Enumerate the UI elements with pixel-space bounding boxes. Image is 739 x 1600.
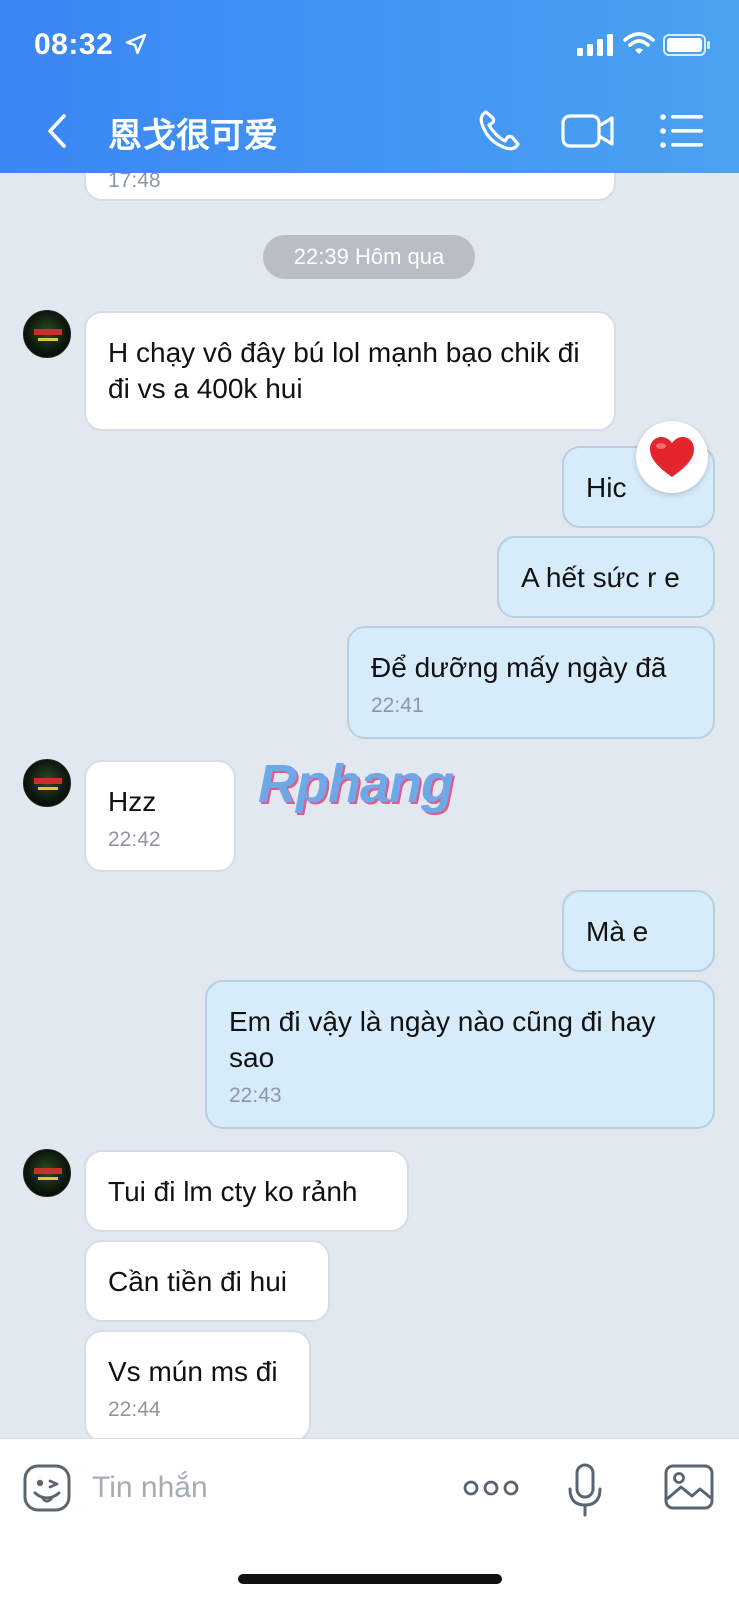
message-text: Vs mún ms đi xyxy=(108,1356,278,1387)
home-indicator xyxy=(238,1574,502,1584)
list-menu-icon[interactable] xyxy=(656,106,706,156)
message-bubble-incoming[interactable]: Tui đi lm cty ko rảnh xyxy=(84,1150,409,1232)
emoji-sticker-icon[interactable] xyxy=(22,1463,72,1513)
message-text: Mà e xyxy=(586,916,649,947)
message-time: 22:42 xyxy=(108,828,161,851)
message-bubble-outgoing[interactable]: A hết sức r e xyxy=(497,536,715,618)
heart-icon xyxy=(650,437,694,477)
back-button[interactable] xyxy=(38,106,78,156)
message-bubble-outgoing[interactable]: Mà e xyxy=(562,890,715,972)
chat-area[interactable]: 17:48 22:39 Hôm qua H chạy vô đây bú lol… xyxy=(0,173,739,1438)
reaction-heart[interactable] xyxy=(636,421,708,493)
message-input[interactable] xyxy=(92,1463,432,1513)
message-time: 17:48 xyxy=(108,173,161,192)
message-text: Tui đi lm cty ko rảnh xyxy=(108,1176,358,1207)
message-bubble-outgoing[interactable]: Để dưỡng mấy ngày đã 22:41 xyxy=(347,626,715,739)
message-time: 22:44 xyxy=(108,1398,161,1421)
phone-icon[interactable] xyxy=(474,106,524,156)
message-bubble-incoming[interactable]: Hzz 22:42 xyxy=(84,760,236,872)
message-text: A hết sức r e xyxy=(521,562,680,593)
image-icon[interactable] xyxy=(664,1463,714,1511)
microphone-icon[interactable] xyxy=(567,1463,603,1517)
message-bubble-incoming[interactable]: H chạy vô đây bú lol mạnh bạo chik đi đi… xyxy=(84,311,616,431)
chat-header: 08:32 恩戈很可爱 xyxy=(0,0,739,173)
cellular-signal-icon xyxy=(577,34,613,56)
avatar[interactable] xyxy=(23,759,71,807)
location-arrow-icon xyxy=(125,33,147,55)
wifi-icon xyxy=(623,32,655,54)
message-text: Hic xyxy=(586,472,627,503)
message-bubble-partial[interactable]: 17:48 xyxy=(84,173,616,201)
message-time: 22:41 xyxy=(371,694,424,717)
message-text: Cần tiền đi hui xyxy=(108,1266,288,1297)
status-bar: 08:32 xyxy=(0,26,739,66)
message-text: Để dưỡng mấy ngày đã xyxy=(371,652,667,683)
message-bubble-outgoing[interactable]: Em đi vậy là ngày nào cũng đi hay sao 22… xyxy=(205,980,715,1129)
message-text: H chạy vô đây bú lol mạnh bạo chik đi đi… xyxy=(108,337,580,404)
battery-icon xyxy=(663,34,710,56)
message-input-bar xyxy=(0,1438,739,1600)
more-dots-icon[interactable] xyxy=(463,1475,519,1501)
avatar[interactable] xyxy=(23,310,71,358)
message-time: 22:43 xyxy=(229,1084,282,1107)
message-bubble-incoming[interactable]: Cần tiền đi hui xyxy=(84,1240,330,1322)
video-camera-icon[interactable] xyxy=(560,106,616,156)
message-bubble-incoming[interactable]: Vs mún ms đi 22:44 xyxy=(84,1330,311,1438)
status-time: 08:32 xyxy=(34,28,114,61)
message-text: Hzz xyxy=(108,786,157,817)
conversation-title[interactable]: 恩戈很可爱 xyxy=(108,108,278,157)
nav-bar: 恩戈很可爱 xyxy=(0,100,739,162)
avatar[interactable] xyxy=(23,1149,71,1197)
message-text: Em đi vậy là ngày nào cũng đi hay sao xyxy=(229,1006,656,1073)
date-separator: 22:39 Hôm qua xyxy=(263,235,475,279)
watermark: Rphang xyxy=(258,754,454,814)
